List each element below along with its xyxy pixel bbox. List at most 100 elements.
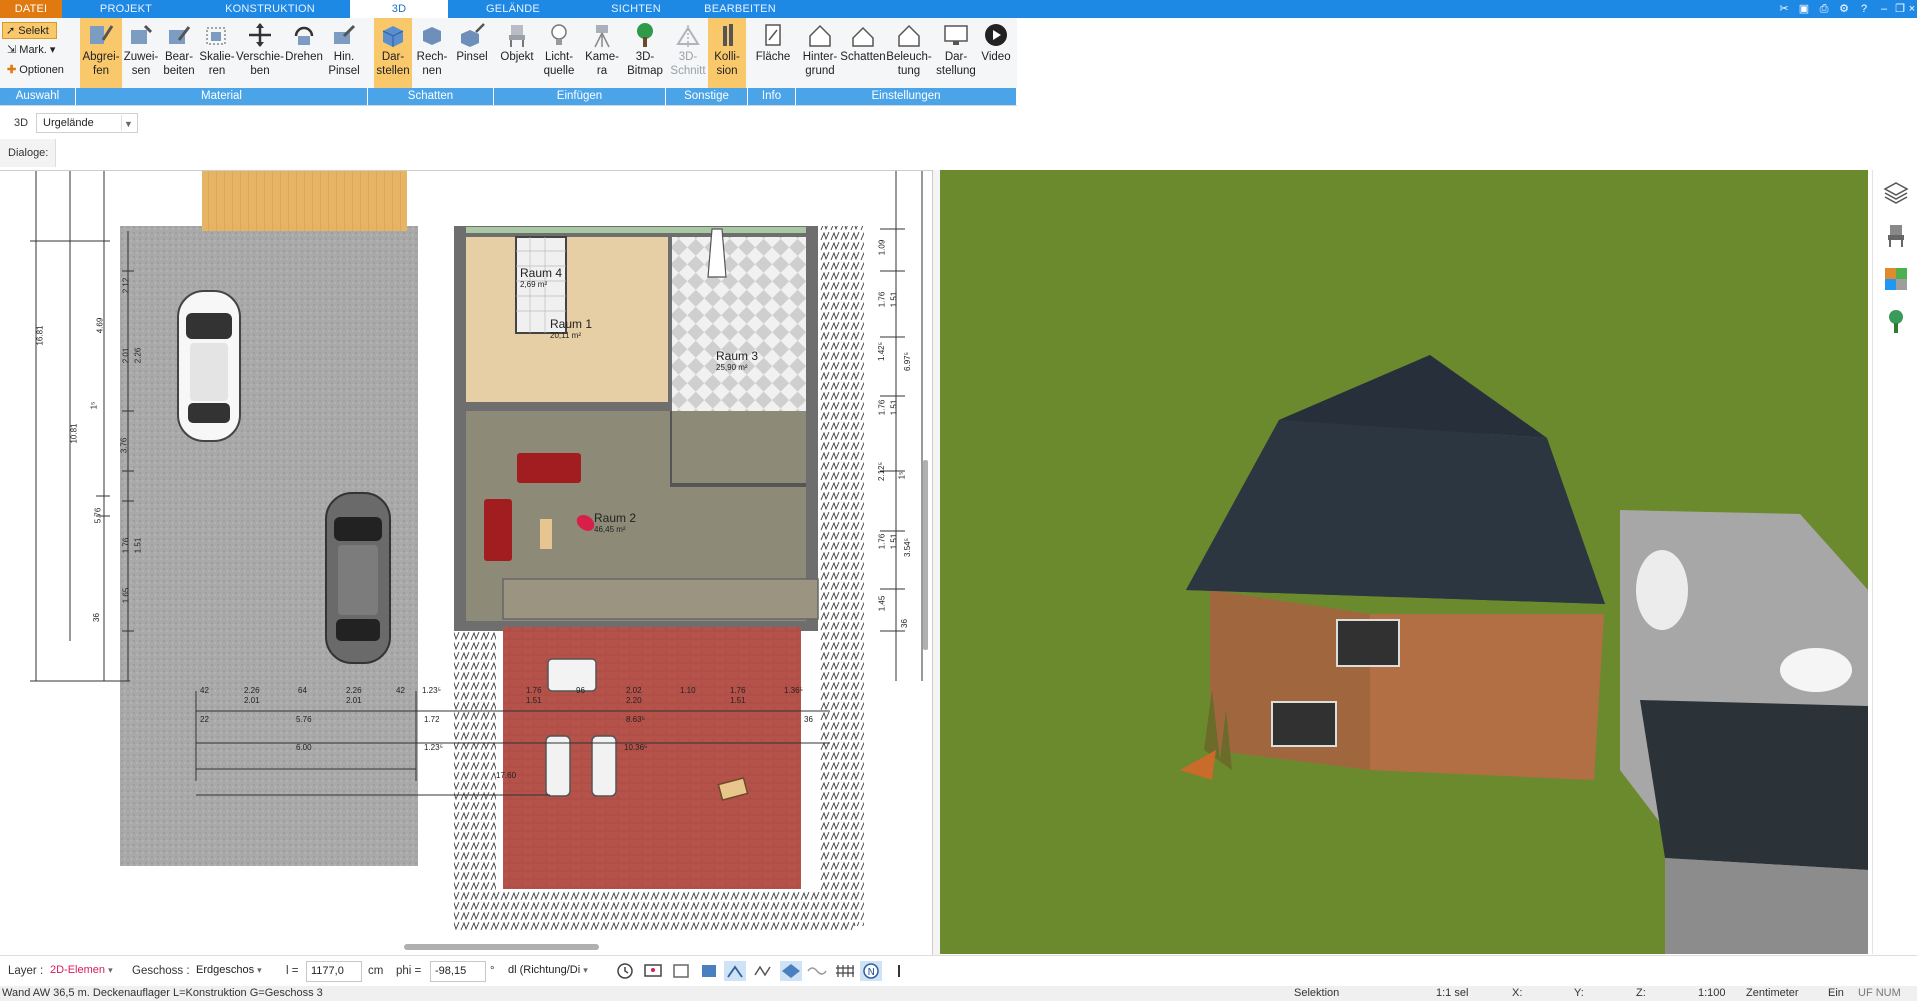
- mark-label: Mark.: [19, 44, 47, 56]
- schatten-settings-label: Schatten: [840, 51, 886, 63]
- layers-icon[interactable]: [1883, 180, 1909, 206]
- dimension-label: 22: [200, 715, 209, 724]
- schatten-settings-button[interactable]: Schatten: [840, 18, 886, 90]
- status-y: Y:: [1574, 987, 1584, 999]
- kamera-label: Kame- ra: [585, 51, 619, 77]
- dimension-label: 1.23⁵: [424, 743, 443, 752]
- lighting-house-icon: [898, 24, 920, 47]
- tab-gelaende[interactable]: GELÄNDE: [448, 0, 578, 18]
- group-einfuegen: Einfügen: [494, 88, 666, 105]
- view-splitter[interactable]: [932, 170, 940, 955]
- bearbeiten-button[interactable]: Bear- beiten: [160, 18, 198, 90]
- help-icon[interactable]: ?: [1856, 1, 1872, 17]
- status-flags: UF NUM RF: [1858, 987, 1901, 999]
- verschieben-button[interactable]: Verschie- ben: [236, 18, 284, 90]
- layer-visibility-icon[interactable]: [780, 961, 802, 981]
- save-icon[interactable]: ▣: [1796, 1, 1812, 17]
- rechnen-button[interactable]: Rech- nen: [412, 18, 452, 90]
- dimension-label: 1.76: [730, 686, 746, 695]
- video-button[interactable]: Video: [978, 18, 1014, 90]
- snap-icon[interactable]: [670, 961, 692, 981]
- room-label: Raum 1 20,11 m²: [550, 317, 592, 340]
- 3d-schnitt-button[interactable]: 3D- Schnitt: [668, 18, 708, 90]
- plan-horizontal-scrollbar[interactable]: [404, 944, 599, 950]
- abgreifen-label: Abgrei- fen: [82, 51, 120, 77]
- darstellung-button[interactable]: Dar- stellung: [934, 18, 978, 90]
- group-sonstige: Sonstige: [666, 88, 748, 105]
- tab-bearbeiten[interactable]: BEARBEITEN: [694, 0, 786, 18]
- selekt-button[interactable]: ➚ Selekt: [2, 22, 57, 39]
- hintergrund-button[interactable]: Hinter- grund: [800, 18, 840, 90]
- dimension-label: 6.97⁵: [902, 352, 912, 371]
- chair-catalog-icon[interactable]: [1883, 222, 1909, 248]
- drehen-button[interactable]: Drehen: [284, 18, 324, 90]
- app-window: DATEI PROJEKT KONSTRUKTION 3D GELÄNDE SI…: [0, 0, 1917, 1001]
- plan-vertical-scrollbar[interactable]: [923, 460, 928, 650]
- clock-icon[interactable]: [614, 961, 636, 981]
- tab-3d[interactable]: 3D: [350, 0, 448, 18]
- more-icon[interactable]: [888, 961, 910, 981]
- screen-icon[interactable]: [642, 961, 664, 981]
- view-select[interactable]: Urgelände ▼: [36, 113, 138, 133]
- zuweisen-button[interactable]: Zuwei- sen: [122, 18, 160, 90]
- object-snap-icon[interactable]: [698, 961, 720, 981]
- dimension-label: 1.76: [877, 291, 887, 308]
- dimension-label: 1.76: [877, 533, 887, 550]
- drehen-label: Drehen: [285, 51, 323, 63]
- menu-bar: DATEI PROJEKT KONSTRUKTION 3D GELÄNDE SI…: [0, 0, 1917, 18]
- layer-select[interactable]: 2D-Elemen ▾: [46, 961, 122, 982]
- 3d-scene[interactable]: [940, 170, 1868, 954]
- collision-icon: [723, 24, 733, 46]
- assign-material-icon: [131, 24, 153, 44]
- 3d-view[interactable]: [940, 170, 1868, 954]
- dimension-label: 1.76: [121, 537, 131, 554]
- tab-sichten[interactable]: SICHTEN: [578, 0, 694, 18]
- kamera-button[interactable]: Kame- ra: [580, 18, 624, 90]
- view-bar: 3D Urgelände ▼: [0, 108, 1917, 138]
- close-icon[interactable]: ×: [1904, 1, 1917, 17]
- darstellen-button[interactable]: Dar- stellen: [374, 18, 412, 90]
- geschoss-select[interactable]: Erdgeschos ▾: [192, 961, 268, 982]
- optionen-label: Optionen: [19, 64, 64, 76]
- optionen-button[interactable]: ✚ Optionen: [4, 62, 74, 78]
- floor-plan-view[interactable]: Raum 4 2,69 m² Raum 1 20,11 m² Raum 3 25…: [0, 170, 932, 942]
- status-x: X:: [1512, 987, 1523, 999]
- objekt-button[interactable]: Objekt: [496, 18, 538, 90]
- 3d-bitmap-button[interactable]: 3D- Bitmap: [624, 18, 666, 90]
- plant-catalog-icon[interactable]: [1883, 308, 1909, 334]
- settings-icon[interactable]: ⚙: [1836, 1, 1852, 17]
- skalieren-button[interactable]: Skalie- ren: [198, 18, 236, 90]
- beleuchtung-button[interactable]: Beleuch- tung: [886, 18, 932, 90]
- abgreifen-button[interactable]: Abgrei- fen: [80, 18, 122, 90]
- floor-plan-canvas[interactable]: [0, 171, 932, 942]
- dimension-label: 1.36⁵: [784, 686, 803, 695]
- phi-input[interactable]: -98,15: [430, 961, 486, 982]
- tab-konstruktion[interactable]: KONSTRUKTION: [190, 0, 350, 18]
- dl-select[interactable]: dl (Richtung/Di ▾: [504, 961, 604, 982]
- wave-icon[interactable]: [806, 961, 828, 981]
- mark-button[interactable]: ⇲ Mark. ▾: [4, 42, 62, 58]
- pinsel-button[interactable]: Pinsel: [452, 18, 492, 90]
- tab-datei[interactable]: DATEI: [0, 0, 62, 18]
- tab-projekt[interactable]: PROJEKT: [62, 0, 190, 18]
- hatch-icon[interactable]: [752, 961, 774, 981]
- north-icon[interactable]: N: [860, 961, 882, 981]
- flaeche-button[interactable]: Fläche: [752, 18, 794, 90]
- hin-pinsel-button[interactable]: Hin. Pinsel: [324, 18, 364, 90]
- dimension-label: 4.69: [95, 317, 105, 334]
- kollision-button[interactable]: Kolli- sion: [708, 18, 746, 90]
- pinsel-label: Pinsel: [456, 51, 488, 63]
- room-name: Raum 1: [550, 317, 593, 331]
- dl-select-value: dl (Richtung/Di: [508, 964, 581, 976]
- texture-catalog-icon[interactable]: [1883, 266, 1909, 292]
- status-z: Z:: [1636, 987, 1646, 999]
- view-select-value: Urgelände: [43, 117, 94, 129]
- minimize-icon[interactable]: –: [1876, 1, 1892, 17]
- grid-icon[interactable]: [834, 961, 856, 981]
- print-icon[interactable]: ⎙: [1816, 1, 1832, 17]
- tools-icon[interactable]: ✂: [1776, 1, 1792, 17]
- lichtquelle-button[interactable]: Licht- quelle: [538, 18, 580, 90]
- length-input[interactable]: 1177,0: [306, 961, 362, 982]
- ortho-icon[interactable]: [724, 961, 746, 981]
- camera-tripod-icon: [594, 25, 610, 48]
